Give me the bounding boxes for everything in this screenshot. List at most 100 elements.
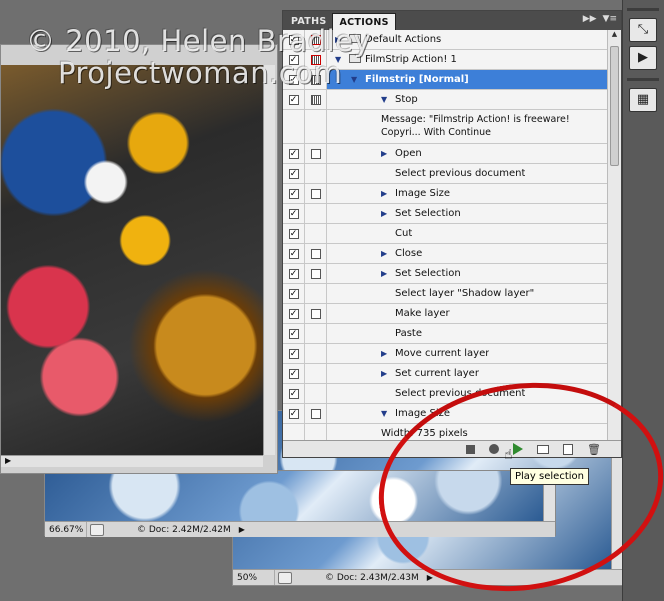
dialog-column xyxy=(305,244,327,263)
action-row[interactable]: ✓ ▼ Stop xyxy=(283,90,609,110)
toggle-column: ✓ xyxy=(283,344,305,363)
action-row[interactable]: ✓ Select previous document xyxy=(283,164,609,184)
document-canvas xyxy=(1,65,263,455)
checkmark-icon[interactable]: ✓ xyxy=(288,328,299,339)
action-text: Message: "Filmstrip Action! is freeware!… xyxy=(381,114,570,138)
checkmark-icon[interactable]: ✓ xyxy=(288,94,299,105)
action-row[interactable]: ✓ Paste xyxy=(283,324,609,344)
dialog-column xyxy=(305,224,327,243)
checkmark-icon[interactable]: ✓ xyxy=(288,188,299,199)
action-row[interactable]: ✓ Cut xyxy=(283,224,609,244)
checkmark-icon[interactable]: ✓ xyxy=(288,288,299,299)
dialog-column xyxy=(305,264,327,283)
expand-icon[interactable]: ▶ xyxy=(381,349,395,358)
checkmark-icon[interactable]: ✓ xyxy=(288,368,299,379)
zoom-level[interactable]: 50% xyxy=(233,570,275,585)
action-label: ▶ Image Size xyxy=(327,188,450,199)
action-row[interactable]: ✓ ▶ Set current layer xyxy=(283,364,609,384)
toggle-column: ✓ xyxy=(283,224,305,243)
expand-icon[interactable]: ▶ xyxy=(381,269,395,278)
toggle-column: ✓ xyxy=(283,90,305,109)
collapse-icon[interactable]: ▼ xyxy=(351,75,365,84)
action-row[interactable]: Message: "Filmstrip Action! is freeware!… xyxy=(283,110,609,144)
action-text: Image Size xyxy=(395,188,451,199)
toggle-column: ✓ xyxy=(283,364,305,383)
dialog-toggle-icon[interactable] xyxy=(310,188,321,199)
watermark-line-2: Projectwoman.com xyxy=(58,56,343,90)
vertical-scrollbar[interactable] xyxy=(263,65,275,455)
action-label: ▼ Stop xyxy=(327,94,418,105)
action-row[interactable]: ✓ ▶ Close xyxy=(283,244,609,264)
action-row[interactable]: ✓ ▶ Image Size xyxy=(283,184,609,204)
dialog-toggle-icon[interactable] xyxy=(310,94,321,105)
expand-icon[interactable]: ▶ xyxy=(381,209,395,218)
action-row[interactable]: ✓ ▶ Open xyxy=(283,144,609,164)
list-scrollbar[interactable]: ▲ xyxy=(607,30,621,442)
arrange-icon[interactable]: ⤡ xyxy=(629,18,657,42)
action-label: ▶ Set Selection xyxy=(327,208,461,219)
collapse-icon[interactable]: ▶▶ xyxy=(583,14,597,24)
checkmark-icon[interactable]: ✓ xyxy=(288,208,299,219)
panel-menu-icon[interactable]: ▼≡ xyxy=(603,14,617,24)
checkmark-icon[interactable]: ✓ xyxy=(288,228,299,239)
action-text: Stop xyxy=(395,94,418,105)
checkmark-icon[interactable]: ✓ xyxy=(288,268,299,279)
doc-size: © Doc: 2.43M/2.43M xyxy=(325,572,419,583)
dialog-column xyxy=(305,304,327,323)
dialog-toggle-icon[interactable] xyxy=(310,248,321,259)
scroll-thumb[interactable] xyxy=(610,46,619,166)
scroll-up-icon[interactable]: ▲ xyxy=(608,30,621,42)
checkmark-icon[interactable]: ✓ xyxy=(288,348,299,359)
action-text: Set Selection xyxy=(395,268,461,279)
scroll-right-icon[interactable]: ▶ xyxy=(5,456,11,465)
dialog-toggle-icon[interactable] xyxy=(310,408,321,419)
action-row[interactable]: ✓ Select layer "Shadow layer" xyxy=(283,284,609,304)
toggle-column: ✓ xyxy=(283,244,305,263)
toggle-column: ✓ xyxy=(283,324,305,343)
horizontal-scrollbar[interactable]: ▶ xyxy=(1,455,263,467)
strip-grip xyxy=(627,78,659,81)
dialog-column xyxy=(305,364,327,383)
action-text: Paste xyxy=(395,328,422,339)
grid-icon[interactable]: ▦ xyxy=(629,88,657,112)
status-menu-button[interactable] xyxy=(90,523,104,536)
status-menu-button[interactable] xyxy=(278,571,292,584)
expand-icon[interactable]: ▶ xyxy=(381,149,395,158)
checkmark-icon[interactable]: ✓ xyxy=(288,148,299,159)
checkmark-icon[interactable]: ✓ xyxy=(288,168,299,179)
action-label: ▼ Filmstrip [Normal] xyxy=(327,74,469,85)
dialog-column xyxy=(305,184,327,203)
dialog-toggle-icon[interactable] xyxy=(310,308,321,319)
toggle-column: ✓ xyxy=(283,184,305,203)
checkmark-icon[interactable]: ✓ xyxy=(288,308,299,319)
action-text: Close xyxy=(395,248,423,259)
action-text: Select layer "Shadow layer" xyxy=(395,288,535,299)
action-label: ▶ Open xyxy=(327,148,422,159)
zoom-level[interactable]: 66.67% xyxy=(45,522,87,537)
dialog-toggle-icon[interactable] xyxy=(310,148,321,159)
status-arrow-icon[interactable]: ▶ xyxy=(239,525,245,534)
toggle-column: ✓ xyxy=(283,384,305,403)
collapse-icon[interactable]: ▼ xyxy=(381,409,395,418)
checkmark-icon[interactable]: ✓ xyxy=(288,408,299,419)
toggle-column: ✓ xyxy=(283,404,305,423)
play-icon[interactable]: ▶ xyxy=(629,46,657,70)
action-row[interactable]: ✓ Make layer xyxy=(283,304,609,324)
dialog-toggle-icon[interactable] xyxy=(310,268,321,279)
watermark-line-1: © 2010, Helen Bradley xyxy=(26,24,372,58)
doc-size: © Doc: 2.42M/2.42M xyxy=(137,524,231,535)
panel-menu: ▶▶ ▼≡ xyxy=(583,14,617,24)
document-window-front[interactable]: ▶ xyxy=(0,44,278,474)
action-row[interactable]: ✓ ▶ Move current layer xyxy=(283,344,609,364)
checkmark-icon[interactable]: ✓ xyxy=(288,248,299,259)
action-row[interactable]: ✓ ▶ Set Selection xyxy=(283,264,609,284)
toggle-column: ✓ xyxy=(283,164,305,183)
action-label: Select layer "Shadow layer" xyxy=(327,288,534,299)
expand-icon[interactable]: ▶ xyxy=(381,249,395,258)
collapse-icon[interactable]: ▼ xyxy=(381,95,395,104)
expand-icon[interactable]: ▶ xyxy=(381,369,395,378)
action-row[interactable]: ✓ ▶ Set Selection xyxy=(283,204,609,224)
checkmark-icon[interactable]: ✓ xyxy=(288,388,299,399)
expand-icon[interactable]: ▶ xyxy=(381,189,395,198)
dialog-column xyxy=(305,110,327,143)
